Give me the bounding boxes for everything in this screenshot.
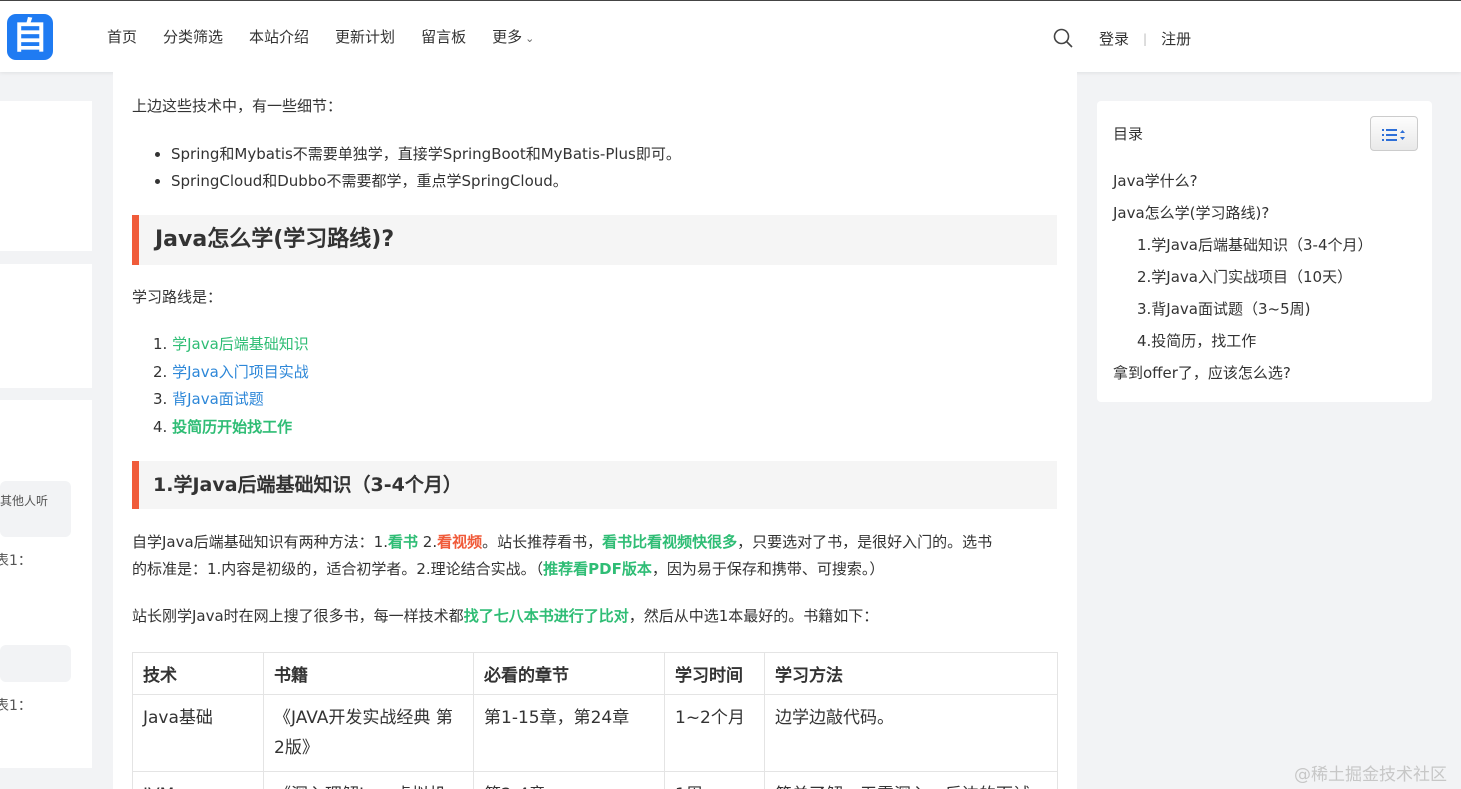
table-cell: 第1-15章，第24章 (473, 694, 665, 772)
left-card-2 (0, 264, 92, 388)
toc-toggle-button[interactable] (1370, 116, 1418, 151)
list-item: Spring和Mybatis不需要单独学，直接学SpringBoot和MyBat… (153, 141, 681, 168)
list-item: SpringCloud和Dubbo不需要都学，重点学SpringCloud。 (153, 168, 681, 195)
table-cell: 《深入理解Java虚拟机 (263, 771, 474, 789)
table-cell: 《JAVA开发实战经典 第2版》 (263, 694, 474, 772)
toc-title: 目录 (1113, 125, 1144, 143)
text-run: 自学Java后端基础知识有两种方法：1. (132, 533, 388, 551)
books-table: 技术 书籍 必看的章节 学习时间 学习方法 Java基础 《JAVA开发实战经典… (132, 652, 1058, 789)
nav-home[interactable]: 首页 (107, 26, 137, 50)
search-icon[interactable] (1053, 28, 1073, 48)
route-link-job[interactable]: 投简历开始找工作 (172, 418, 292, 436)
left-comment-box-2 (0, 645, 71, 682)
highlight-videos: 看视频 (437, 533, 483, 551)
text-run: 。站长推荐看书， (482, 533, 603, 551)
table-cell: 简单了解，无需深入，后边的面试 (764, 771, 1058, 789)
table-row: JVM 《深入理解Java虚拟机 第2-4章 1周 简单了解，无需深入，后边的面… (132, 771, 1058, 789)
main-nav: 首页 分类筛选 本站介绍 更新计划 留言板 更多 ⌄ (107, 26, 560, 50)
list-icon (1382, 128, 1405, 141)
nav-category-filter[interactable]: 分类筛选 (163, 26, 223, 50)
route-link-basics[interactable]: 学Java后端基础知识 (172, 335, 309, 353)
left-snippet: 表1： (0, 553, 32, 569)
text-run: ，因为易于保存和携带、可搜索。） (651, 560, 885, 578)
table-cell: JVM (132, 771, 264, 789)
list-item: 4. 投简历开始找工作 (153, 414, 309, 442)
route-list: 1. 学Java后端基础知识 2. 学Java入门项目实战 3. 背Java面试… (153, 331, 309, 441)
route-link-project[interactable]: 学Java入门项目实战 (172, 363, 309, 381)
list-number: 3. (153, 390, 168, 408)
text-run: 站长刚学Java时在网上搜了很多书，每一样技术都 (132, 607, 464, 625)
table-header: 技术 (132, 652, 264, 695)
nav-guestbook[interactable]: 留言板 (421, 26, 466, 50)
text-run: 2. (418, 533, 438, 551)
table-header: 必看的章节 (473, 652, 665, 695)
left-card-1 (0, 101, 92, 251)
table-cell: Java基础 (132, 694, 264, 772)
text-run: ，然后从中选1本最好的。书籍如下： (628, 607, 879, 625)
toc-item[interactable]: 拿到offer了，应该怎么选? (1113, 362, 1291, 383)
chevron-down-icon: ⌄ (525, 32, 535, 45)
table-cell: 1~2个月 (664, 694, 765, 772)
list-item: 2. 学Java入门项目实战 (153, 359, 309, 387)
list-number: 1. (153, 335, 168, 353)
login-link[interactable]: 登录 (1099, 28, 1129, 49)
list-item: 1. 学Java后端基础知识 (153, 331, 309, 359)
left-snippet: 表1： (0, 698, 32, 714)
nav-more[interactable]: 更多 ⌄ (492, 26, 534, 50)
text-run: 的标准是：1.内容是初级的，适合初学者。2.理论结合实战。（ (132, 560, 544, 578)
table-of-contents: 目录 Java学什么? Java怎么学(学习路线)? 1.学Java后端基础知识… (1097, 101, 1432, 402)
toc-item[interactable]: 4.投简历，找工作 (1137, 330, 1256, 351)
table-header-row: 技术 书籍 必看的章节 学习时间 学习方法 (132, 652, 1058, 695)
books-paragraph: 站长刚学Java时在网上搜了很多书，每一样技术都找了七八本书进行了比对，然后从中… (132, 603, 1057, 630)
list-item: 3. 背Java面试题 (153, 386, 309, 414)
section-heading-route: Java怎么学(学习路线)? (132, 215, 1057, 265)
nav-update-plan[interactable]: 更新计划 (335, 26, 395, 50)
auth-links: 登录 | 注册 (1099, 28, 1191, 49)
list-number: 4. (153, 417, 168, 436)
top-header: 自 首页 分类筛选 本站介绍 更新计划 留言板 更多 ⌄ 登录 | 注册 (0, 0, 1461, 72)
list-number: 2. (153, 362, 168, 381)
toc-item[interactable]: Java学什么? (1113, 170, 1198, 191)
article-content: 上边这些技术中，有一些细节： Spring和Mybatis不需要单独学，直接学S… (113, 72, 1077, 789)
register-link[interactable]: 注册 (1161, 28, 1191, 49)
table-cell: 第2-4章 (473, 771, 665, 789)
highlight-faster: 看书比看视频快很多 (602, 533, 738, 551)
table-header: 书籍 (263, 652, 474, 695)
detail-list: Spring和Mybatis不需要单独学，直接学SpringBoot和MyBat… (153, 141, 681, 195)
nav-more-label: 更多 (492, 28, 523, 46)
toc-item[interactable]: 1.学Java后端基础知识（3-4个月） (1137, 234, 1373, 255)
auth-separator: | (1143, 31, 1148, 46)
site-logo[interactable]: 自 (7, 14, 53, 60)
nav-about[interactable]: 本站介绍 (249, 26, 309, 50)
intro-text: 上边这些技术中，有一些细节： (132, 97, 343, 115)
toc-item[interactable]: Java怎么学(学习路线)? (1113, 202, 1269, 223)
route-link-interview[interactable]: 背Java面试题 (172, 390, 264, 408)
table-header: 学习时间 (664, 652, 765, 695)
toc-item[interactable]: 3.背Java面试题（3~5周) (1137, 298, 1311, 319)
highlight-compare: 找了七八本书进行了比对 (463, 607, 629, 625)
left-snippet: 其他人听 (0, 494, 49, 508)
highlight-pdf: 推荐看PDF版本 (543, 560, 652, 578)
table-cell: 边学边敲代码。 (764, 694, 1058, 772)
table-cell: 1周 (664, 771, 765, 789)
left-comment-box (0, 481, 71, 537)
table-row: Java基础 《JAVA开发实战经典 第2版》 第1-15章，第24章 1~2个… (132, 694, 1058, 772)
text-run: ，只要选对了书，是很好入门的。选书 (737, 533, 993, 551)
basics-paragraph: 自学Java后端基础知识有两种方法：1.看书 2.看视频。站长推荐看书，看书比看… (132, 529, 1057, 583)
route-intro: 学习路线是： (132, 288, 223, 306)
watermark: @稀土掘金技术社区 (1294, 765, 1447, 785)
section-heading-basics: 1.学Java后端基础知识（3-4个月） (132, 461, 1057, 509)
table-header: 学习方法 (764, 652, 1058, 695)
highlight-books: 看书 (388, 533, 419, 551)
toc-item[interactable]: 2.学Java入门实战项目（10天） (1137, 266, 1352, 287)
